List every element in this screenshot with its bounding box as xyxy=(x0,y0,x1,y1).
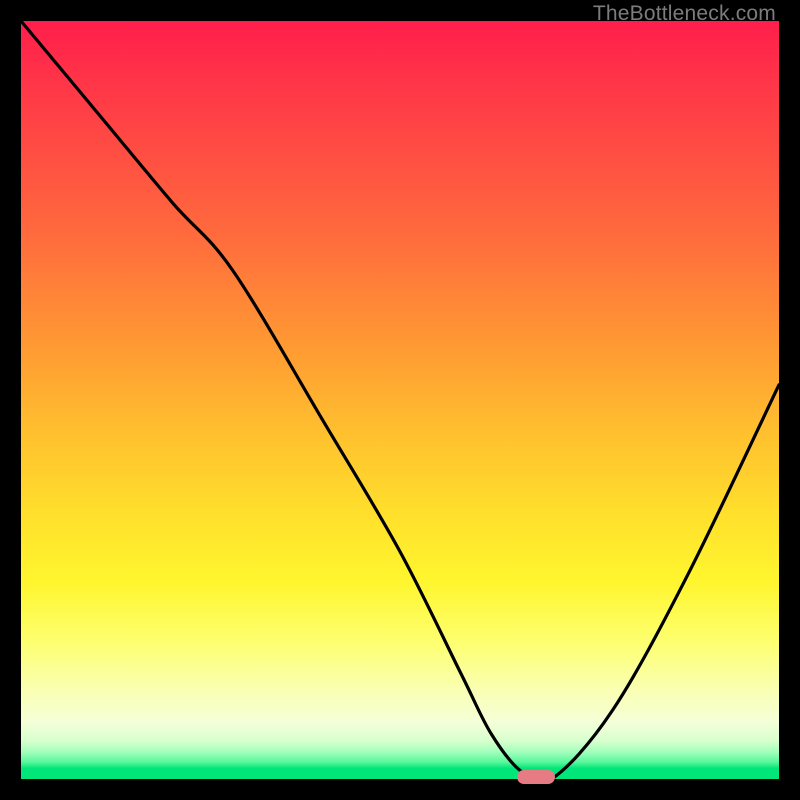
bottleneck-curve xyxy=(21,21,779,779)
chart-frame: TheBottleneck.com xyxy=(0,0,800,800)
plot-area xyxy=(21,21,779,779)
optimum-marker xyxy=(517,770,555,784)
